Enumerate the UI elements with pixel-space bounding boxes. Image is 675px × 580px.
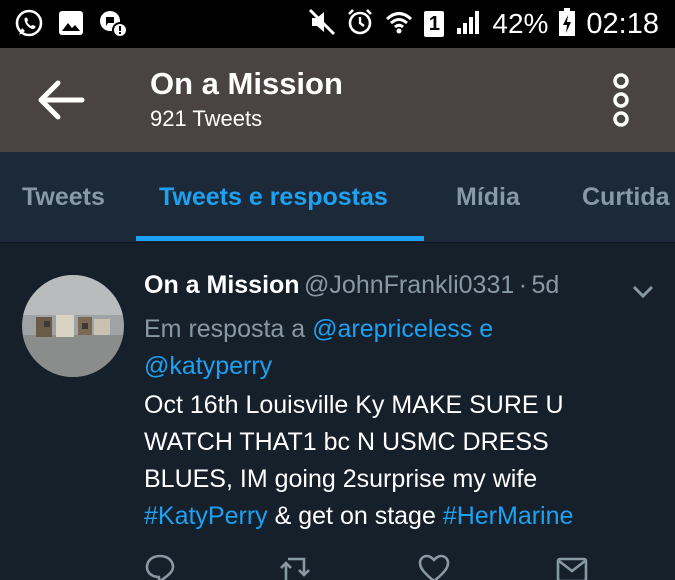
status-bar: 1 42% 02:18 — [0, 0, 675, 48]
mail-icon — [556, 557, 588, 580]
more-options-icon — [613, 73, 629, 127]
mention-link[interactable]: @arepriceless — [312, 315, 472, 343]
screen: 1 42% 02:18 On a Mission 921 Tweets Twee… — [0, 0, 675, 580]
signal-icon — [454, 8, 482, 41]
tab-tweets-and-replies[interactable]: Tweets e respostas — [159, 152, 388, 242]
tweet-actions — [0, 553, 675, 580]
author-handle: @JohnFrankli0331 — [304, 271, 515, 299]
battery-percent: 42% — [492, 8, 549, 39]
sim-slot-badge: 1 — [424, 11, 445, 37]
battery-icon — [558, 7, 576, 42]
mute-icon — [308, 8, 336, 41]
back-arrow-icon — [38, 80, 85, 120]
tweet-header: On a Mission @JohnFrankli0331 · 5d — [144, 271, 559, 300]
reply-and: e — [479, 315, 494, 343]
tweet-text: Oct 16th Louisville Ky MAKE SURE U WATCH… — [144, 387, 573, 535]
reply-icon — [145, 554, 175, 580]
chevron-down-icon — [632, 285, 654, 299]
reply-context: Em resposta a @arepriceless e @katyperry — [144, 311, 493, 385]
separator-dot: · — [518, 271, 528, 299]
like-button[interactable] — [418, 553, 450, 580]
gallery-icon — [58, 10, 84, 41]
retweet-icon — [280, 557, 310, 580]
tweet-age: 5d — [531, 271, 560, 299]
tab-likes[interactable]: Curtida — [582, 152, 670, 242]
heart-icon — [418, 554, 450, 580]
author-name[interactable]: On a Mission — [144, 271, 300, 299]
whatsapp-icon — [14, 8, 44, 43]
tweet[interactable]: On a Mission @JohnFrankli0331 · 5d Em re… — [0, 243, 675, 580]
tweet-text-line: BLUES, IM going 2surprise my wife — [144, 465, 538, 493]
profile-tabs: Tweets Tweets e respostas Mídia Curtida — [0, 152, 675, 243]
hashtag-link[interactable]: #HerMarine — [443, 502, 574, 530]
alarm-icon — [346, 8, 374, 41]
avatar-photo — [22, 275, 124, 377]
mention-link[interactable]: @katyperry — [144, 352, 272, 380]
share-button[interactable] — [556, 553, 588, 580]
active-tab-indicator — [136, 236, 424, 241]
hashtag-link[interactable]: #KatyPerry — [144, 502, 268, 530]
tab-media[interactable]: Mídia — [456, 152, 520, 242]
tab-tweets[interactable]: Tweets — [22, 152, 105, 242]
avatar[interactable] — [22, 275, 124, 377]
wifi-icon — [384, 8, 414, 41]
profile-title: On a Mission — [150, 66, 343, 101]
back-button[interactable] — [36, 78, 86, 122]
tweet-text-line: WATCH THAT1 bc N USMC DRESS — [144, 428, 549, 456]
tweet-text-line: Oct 16th Louisville Ky MAKE SURE U — [144, 391, 564, 419]
clock: 02:18 — [586, 8, 659, 40]
tweet-count: 921 Tweets — [150, 106, 263, 131]
notification-icon — [98, 8, 128, 43]
tweet-menu-button[interactable] — [630, 283, 656, 301]
reply-button[interactable] — [144, 553, 176, 580]
reply-prefix: Em resposta a — [144, 315, 306, 343]
tweet-text-fragment: & get on stage — [274, 502, 436, 530]
profile-header: On a Mission 921 Tweets — [0, 48, 675, 152]
overflow-menu-button[interactable] — [608, 72, 634, 128]
retweet-button[interactable] — [278, 553, 314, 580]
